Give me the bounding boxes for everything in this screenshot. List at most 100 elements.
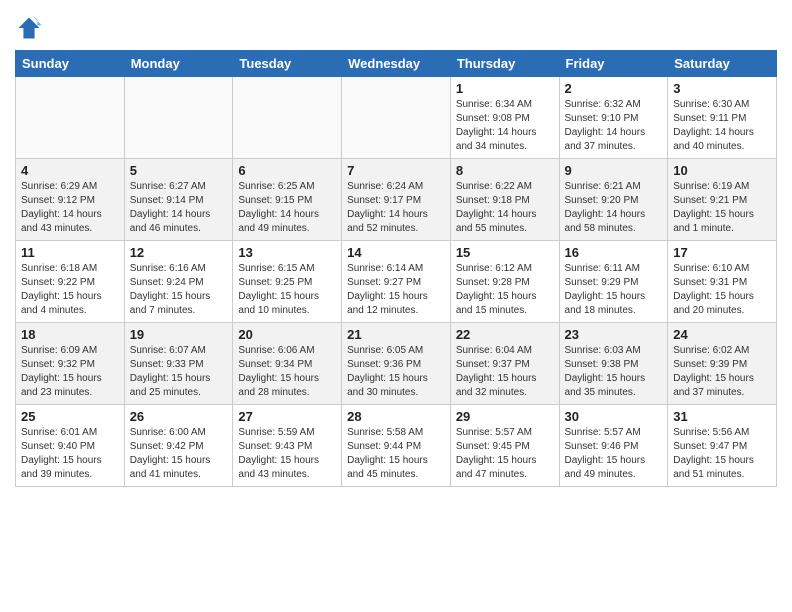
day-info: Sunrise: 6:07 AM Sunset: 9:33 PM Dayligh… (130, 344, 228, 400)
day-info: Sunrise: 6:01 AM Sunset: 9:40 PM Dayligh… (21, 426, 119, 482)
calendar-header-sunday: Sunday (16, 51, 125, 77)
day-info: Sunrise: 5:59 AM Sunset: 9:43 PM Dayligh… (238, 426, 336, 482)
day-info: Sunrise: 6:14 AM Sunset: 9:27 PM Dayligh… (347, 262, 445, 318)
calendar-header-monday: Monday (124, 51, 233, 77)
day-info: Sunrise: 6:30 AM Sunset: 9:11 PM Dayligh… (673, 98, 771, 154)
calendar-cell: 22 Sunrise: 6:04 AM Sunset: 9:37 PM Dayli… (450, 323, 559, 405)
day-number: 17 (673, 245, 771, 260)
day-number: 31 (673, 409, 771, 424)
day-info: Sunrise: 6:02 AM Sunset: 9:39 PM Dayligh… (673, 344, 771, 400)
calendar-cell: 9 Sunrise: 6:21 AM Sunset: 9:20 PM Daylig… (559, 159, 668, 241)
day-info: Sunrise: 5:57 AM Sunset: 9:46 PM Dayligh… (565, 426, 663, 482)
day-number: 23 (565, 327, 663, 342)
day-number: 9 (565, 163, 663, 178)
day-number: 25 (21, 409, 119, 424)
day-info: Sunrise: 6:15 AM Sunset: 9:25 PM Dayligh… (238, 262, 336, 318)
day-info: Sunrise: 5:58 AM Sunset: 9:44 PM Dayligh… (347, 426, 445, 482)
day-number: 3 (673, 81, 771, 96)
day-info: Sunrise: 6:12 AM Sunset: 9:28 PM Dayligh… (456, 262, 554, 318)
day-info: Sunrise: 6:27 AM Sunset: 9:14 PM Dayligh… (130, 180, 228, 236)
calendar-cell: 13 Sunrise: 6:15 AM Sunset: 9:25 PM Dayli… (233, 241, 342, 323)
day-number: 7 (347, 163, 445, 178)
calendar-cell: 28 Sunrise: 5:58 AM Sunset: 9:44 PM Dayli… (342, 405, 451, 487)
day-number: 16 (565, 245, 663, 260)
calendar-cell: 25 Sunrise: 6:01 AM Sunset: 9:40 PM Dayli… (16, 405, 125, 487)
calendar-cell: 19 Sunrise: 6:07 AM Sunset: 9:33 PM Dayli… (124, 323, 233, 405)
calendar-cell: 3 Sunrise: 6:30 AM Sunset: 9:11 PM Daylig… (668, 77, 777, 159)
day-number: 8 (456, 163, 554, 178)
header (15, 10, 777, 42)
calendar-cell: 2 Sunrise: 6:32 AM Sunset: 9:10 PM Daylig… (559, 77, 668, 159)
calendar-cell: 12Sunrise: 6:16 AM Sunset: 9:24 PM Dayli… (124, 241, 233, 323)
calendar-cell: 26Sunrise: 6:00 AM Sunset: 9:42 PM Dayli… (124, 405, 233, 487)
day-number: 14 (347, 245, 445, 260)
calendar-header-wednesday: Wednesday (342, 51, 451, 77)
day-number: 13 (238, 245, 336, 260)
day-number: 24 (673, 327, 771, 342)
day-info: Sunrise: 6:34 AM Sunset: 9:08 PM Dayligh… (456, 98, 554, 154)
day-number: 28 (347, 409, 445, 424)
calendar-cell (342, 77, 451, 159)
calendar-cell: 23 Sunrise: 6:03 AM Sunset: 9:38 PM Dayli… (559, 323, 668, 405)
day-number: 26 (130, 409, 228, 424)
day-info: Sunrise: 6:29 AM Sunset: 9:12 PM Dayligh… (21, 180, 119, 236)
calendar-cell (124, 77, 233, 159)
day-info: Sunrise: 6:10 AM Sunset: 9:31 PM Dayligh… (673, 262, 771, 318)
day-number: 27 (238, 409, 336, 424)
calendar-cell: 31Sunrise: 5:56 AM Sunset: 9:47 PM Dayli… (668, 405, 777, 487)
day-number: 21 (347, 327, 445, 342)
calendar-header-row: SundayMondayTuesdayWednesdayThursdayFrid… (16, 51, 777, 77)
calendar-cell (16, 77, 125, 159)
day-info: Sunrise: 6:04 AM Sunset: 9:37 PM Dayligh… (456, 344, 554, 400)
calendar-week-row-2: 4 Sunrise: 6:29 AM Sunset: 9:12 PM Daylig… (16, 159, 777, 241)
day-info: Sunrise: 5:57 AM Sunset: 9:45 PM Dayligh… (456, 426, 554, 482)
day-info: Sunrise: 6:03 AM Sunset: 9:38 PM Dayligh… (565, 344, 663, 400)
calendar-cell: 16Sunrise: 6:11 AM Sunset: 9:29 PM Dayli… (559, 241, 668, 323)
day-number: 19 (130, 327, 228, 342)
calendar-cell: 21Sunrise: 6:05 AM Sunset: 9:36 PM Dayli… (342, 323, 451, 405)
day-info: Sunrise: 6:22 AM Sunset: 9:18 PM Dayligh… (456, 180, 554, 236)
day-info: Sunrise: 6:09 AM Sunset: 9:32 PM Dayligh… (21, 344, 119, 400)
calendar-cell: 8 Sunrise: 6:22 AM Sunset: 9:18 PM Daylig… (450, 159, 559, 241)
logo (15, 14, 47, 42)
calendar-header-tuesday: Tuesday (233, 51, 342, 77)
calendar-cell: 10 Sunrise: 6:19 AM Sunset: 9:21 PM Dayli… (668, 159, 777, 241)
calendar-cell: 7 Sunrise: 6:24 AM Sunset: 9:17 PM Daylig… (342, 159, 451, 241)
calendar-week-row-5: 25 Sunrise: 6:01 AM Sunset: 9:40 PM Dayli… (16, 405, 777, 487)
day-number: 22 (456, 327, 554, 342)
calendar-cell: 6Sunrise: 6:25 AM Sunset: 9:15 PM Daylig… (233, 159, 342, 241)
day-info: Sunrise: 6:21 AM Sunset: 9:20 PM Dayligh… (565, 180, 663, 236)
calendar-header-saturday: Saturday (668, 51, 777, 77)
day-info: Sunrise: 6:24 AM Sunset: 9:17 PM Dayligh… (347, 180, 445, 236)
calendar-cell: 14 Sunrise: 6:14 AM Sunset: 9:27 PM Dayli… (342, 241, 451, 323)
day-number: 1 (456, 81, 554, 96)
calendar-week-row-4: 18Sunrise: 6:09 AM Sunset: 9:32 PM Dayli… (16, 323, 777, 405)
calendar-cell: 11 Sunrise: 6:18 AM Sunset: 9:22 PM Dayli… (16, 241, 125, 323)
day-number: 11 (21, 245, 119, 260)
calendar-cell: 18Sunrise: 6:09 AM Sunset: 9:32 PM Dayli… (16, 323, 125, 405)
day-number: 12 (130, 245, 228, 260)
day-info: Sunrise: 6:19 AM Sunset: 9:21 PM Dayligh… (673, 180, 771, 236)
calendar-header-friday: Friday (559, 51, 668, 77)
day-number: 30 (565, 409, 663, 424)
day-number: 15 (456, 245, 554, 260)
day-info: Sunrise: 6:32 AM Sunset: 9:10 PM Dayligh… (565, 98, 663, 154)
calendar-cell: 4 Sunrise: 6:29 AM Sunset: 9:12 PM Daylig… (16, 159, 125, 241)
day-number: 2 (565, 81, 663, 96)
day-info: Sunrise: 6:25 AM Sunset: 9:15 PM Dayligh… (238, 180, 336, 236)
day-info: Sunrise: 6:06 AM Sunset: 9:34 PM Dayligh… (238, 344, 336, 400)
day-number: 29 (456, 409, 554, 424)
calendar-cell: 30 Sunrise: 5:57 AM Sunset: 9:46 PM Dayli… (559, 405, 668, 487)
page: SundayMondayTuesdayWednesdayThursdayFrid… (0, 0, 792, 612)
logo-icon (15, 14, 43, 42)
calendar-cell: 15 Sunrise: 6:12 AM Sunset: 9:28 PM Dayli… (450, 241, 559, 323)
day-number: 5 (130, 163, 228, 178)
calendar: SundayMondayTuesdayWednesdayThursdayFrid… (15, 50, 777, 487)
day-number: 10 (673, 163, 771, 178)
day-number: 20 (238, 327, 336, 342)
day-info: Sunrise: 6:18 AM Sunset: 9:22 PM Dayligh… (21, 262, 119, 318)
calendar-cell (233, 77, 342, 159)
day-number: 4 (21, 163, 119, 178)
calendar-cell: 20 Sunrise: 6:06 AM Sunset: 9:34 PM Dayli… (233, 323, 342, 405)
calendar-cell: 27 Sunrise: 5:59 AM Sunset: 9:43 PM Dayli… (233, 405, 342, 487)
